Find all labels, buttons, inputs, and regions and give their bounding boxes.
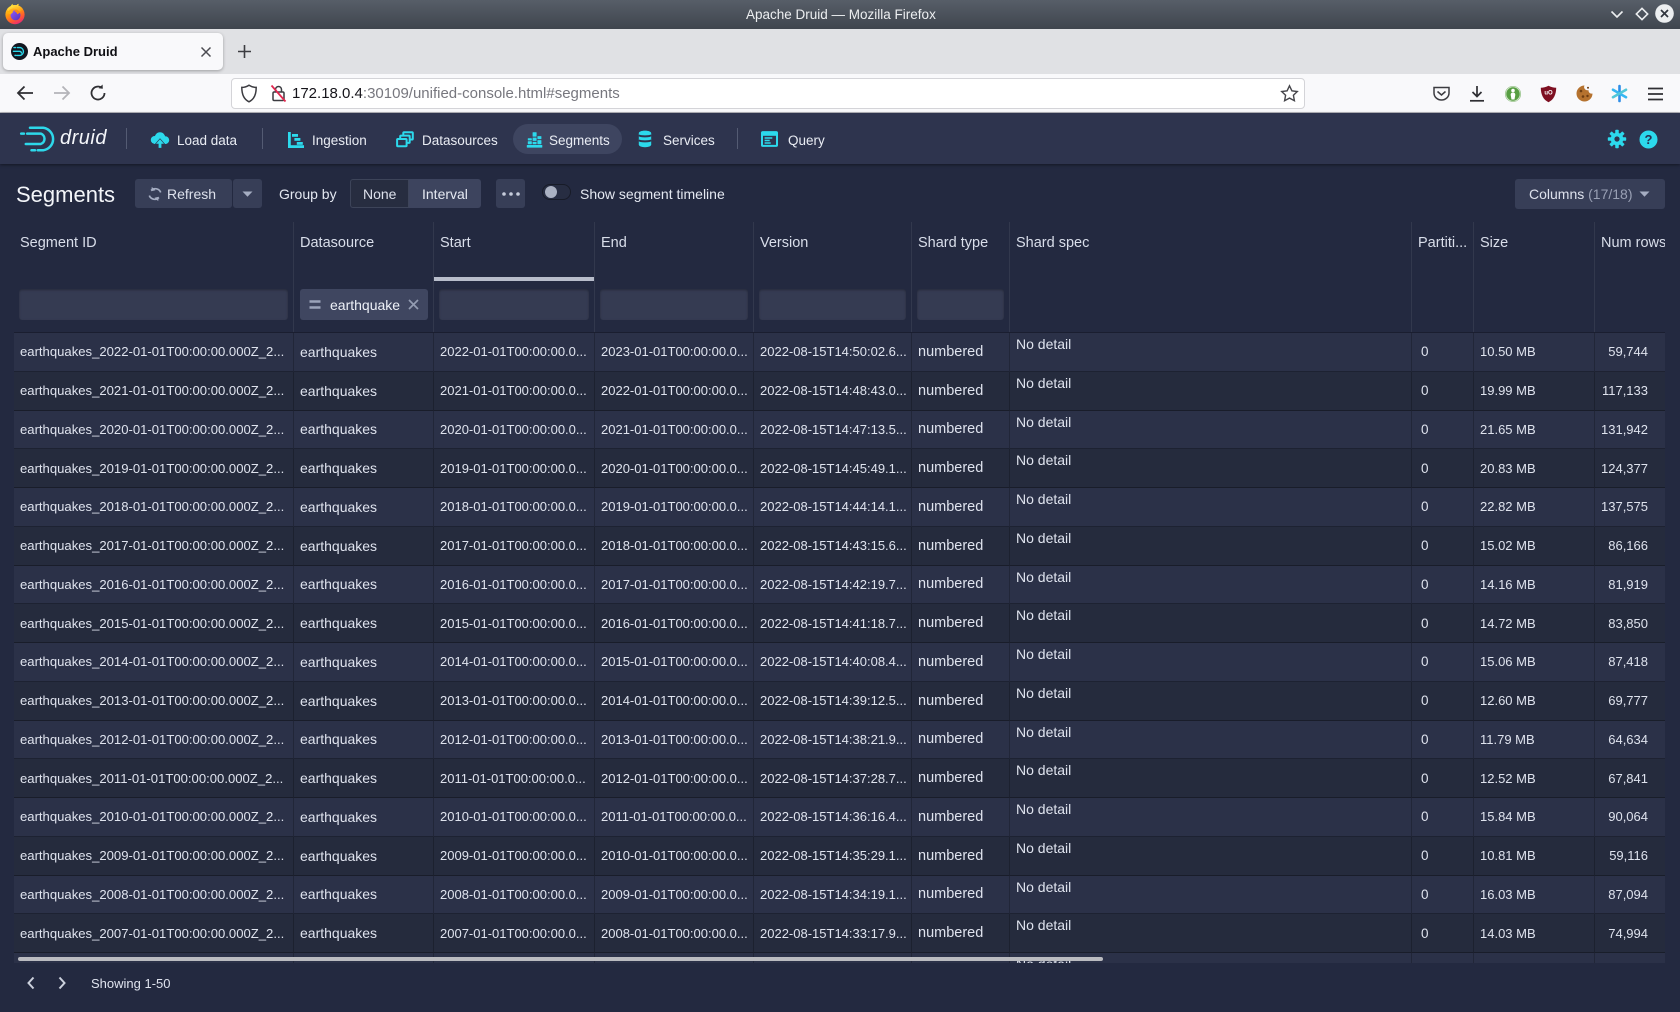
svg-text:?: ? <box>1645 132 1653 147</box>
svg-text:uO: uO <box>1544 91 1553 97</box>
